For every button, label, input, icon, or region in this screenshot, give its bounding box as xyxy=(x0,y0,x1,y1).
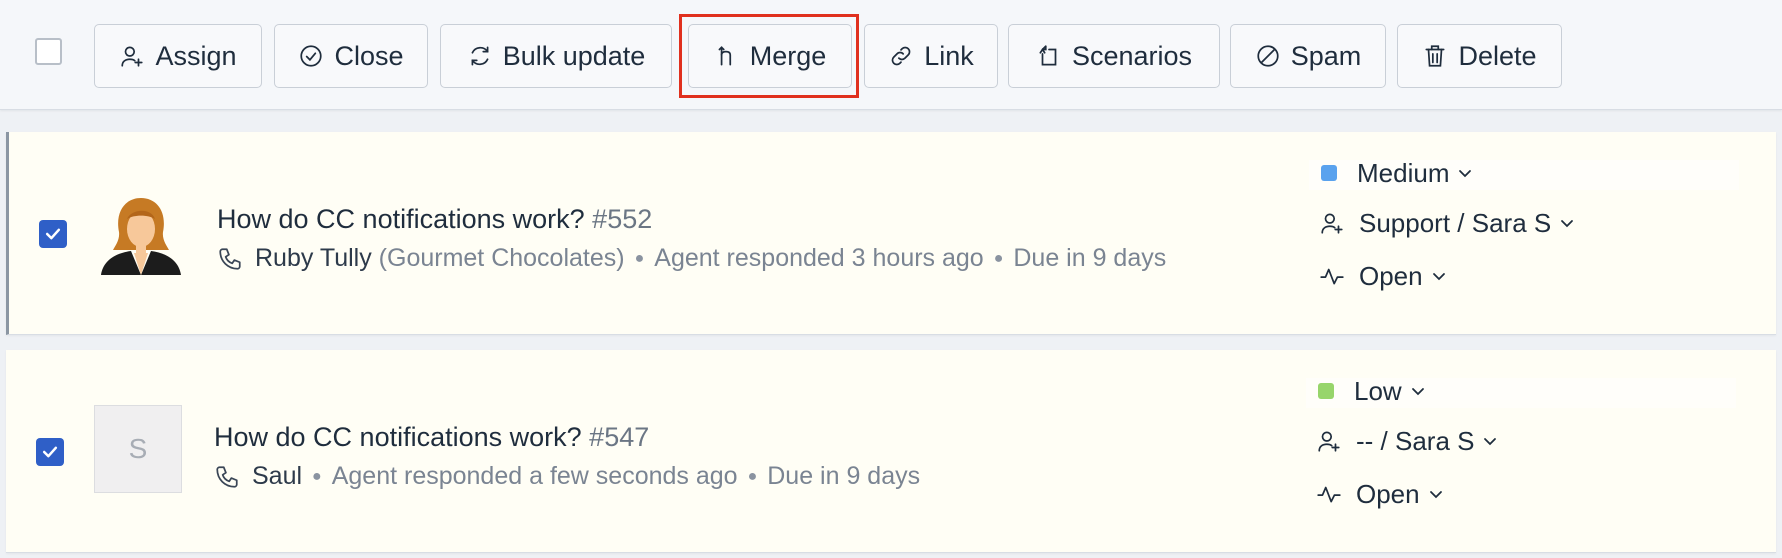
assignee-dropdown[interactable]: -- / Sara S xyxy=(1306,420,1498,462)
close-label: Close xyxy=(334,40,404,71)
checkmark-icon xyxy=(42,446,58,458)
checkmark-icon xyxy=(45,228,61,240)
status-label: Open xyxy=(1359,260,1423,291)
assign-button[interactable]: Assign xyxy=(94,24,262,88)
priority-label: Medium xyxy=(1357,157,1450,188)
merge-button[interactable]: Merge xyxy=(688,24,852,88)
due-text: Due in 9 days xyxy=(767,462,921,490)
spam-button[interactable]: Spam xyxy=(1230,24,1386,88)
company-name: (Gourmet Chocolates) xyxy=(378,244,625,272)
user-plus-icon xyxy=(1321,213,1343,234)
priority-color-square xyxy=(1321,165,1337,181)
phone-icon xyxy=(219,247,241,270)
user-plus-icon xyxy=(121,46,144,67)
row-checkbox[interactable] xyxy=(39,220,67,248)
chevron-down-icon xyxy=(1429,491,1442,499)
separator-dot: ● xyxy=(993,249,1004,267)
merge-label: Merge xyxy=(749,40,827,71)
separator-dot: ● xyxy=(747,467,758,485)
ticket-meta: Saul ● Agent responded a few seconds ago… xyxy=(214,462,920,491)
link-label: Link xyxy=(924,40,974,71)
merge-icon xyxy=(718,46,731,66)
chevron-down-icon xyxy=(1561,220,1574,228)
bulk-update-label: Bulk update xyxy=(502,40,646,71)
status-label: Open xyxy=(1356,478,1420,509)
ticket-title-text: How do CC notifications work? xyxy=(214,422,582,452)
delete-label: Delete xyxy=(1458,40,1537,71)
priority-dropdown[interactable]: Medium xyxy=(1309,152,1473,194)
priority-dropdown[interactable]: Low xyxy=(1306,370,1426,412)
row-checkbox[interactable] xyxy=(36,438,64,466)
status-dropdown[interactable]: Open xyxy=(1309,255,1447,297)
activity-icon xyxy=(1320,268,1344,285)
refresh-icon xyxy=(471,46,489,66)
bulk-action-toolbar: Assign Close Bulk update Merge Link Scen… xyxy=(0,0,1782,110)
chevron-down-icon xyxy=(1411,388,1424,396)
ticket-title[interactable]: How do CC notifications work? #547 xyxy=(214,422,649,453)
avatar: S xyxy=(94,405,182,493)
assignee-label: -- / Sara S xyxy=(1356,425,1475,456)
trash-icon xyxy=(1425,45,1446,67)
bulk-update-button[interactable]: Bulk update xyxy=(440,24,672,88)
ticket-number: #552 xyxy=(592,204,653,234)
activity-text: Agent responded 3 hours ago xyxy=(654,244,984,272)
status-dropdown[interactable]: Open xyxy=(1306,473,1444,515)
select-all-checkbox[interactable] xyxy=(35,38,62,65)
avatar xyxy=(101,198,181,275)
ticket-row[interactable]: S How do CC notifications work? #547 Sau… xyxy=(6,350,1776,553)
check-circle-icon xyxy=(300,45,323,67)
link-button[interactable]: Link xyxy=(864,24,998,88)
phone-icon xyxy=(216,465,238,488)
assign-label: Assign xyxy=(155,40,237,71)
due-text: Due in 9 days xyxy=(1013,244,1167,272)
priority-label: Low xyxy=(1354,375,1402,406)
ticket-title-text: How do CC notifications work? xyxy=(217,204,585,234)
ticket-title[interactable]: How do CC notifications work? #552 xyxy=(217,204,652,235)
link-icon xyxy=(891,46,911,66)
assignee-label: Support / Sara S xyxy=(1359,207,1552,238)
activity-icon xyxy=(1317,486,1341,503)
user-plus-icon xyxy=(1318,431,1340,452)
ticket-number: #547 xyxy=(589,422,650,452)
chevron-down-icon xyxy=(1484,438,1497,446)
activity-text: Agent responded a few seconds ago xyxy=(331,462,738,490)
close-button[interactable]: Close xyxy=(274,24,428,88)
delete-button[interactable]: Delete xyxy=(1397,24,1562,88)
spam-label: Spam xyxy=(1290,40,1362,71)
chevron-down-icon xyxy=(1459,170,1472,178)
separator-dot: ● xyxy=(634,249,645,267)
priority-color-square xyxy=(1318,383,1334,399)
ticket-meta: Ruby Tully (Gourmet Chocolates) ● Agent … xyxy=(217,244,1166,273)
ticket-row[interactable]: How do CC notifications work? #552 Ruby … xyxy=(6,132,1776,335)
separator-dot: ● xyxy=(312,467,322,485)
chevron-down-icon xyxy=(1432,273,1445,281)
assignee-dropdown[interactable]: Support / Sara S xyxy=(1309,202,1575,244)
block-icon xyxy=(1257,45,1279,67)
contact-name[interactable]: Ruby Tully xyxy=(255,244,372,273)
scenarios-button[interactable]: Scenarios xyxy=(1008,24,1220,88)
scenarios-label: Scenarios xyxy=(1071,40,1193,71)
avatar-initial: S xyxy=(128,433,148,464)
contact-name[interactable]: Saul xyxy=(252,462,302,491)
scenarios-icon xyxy=(1039,45,1057,66)
